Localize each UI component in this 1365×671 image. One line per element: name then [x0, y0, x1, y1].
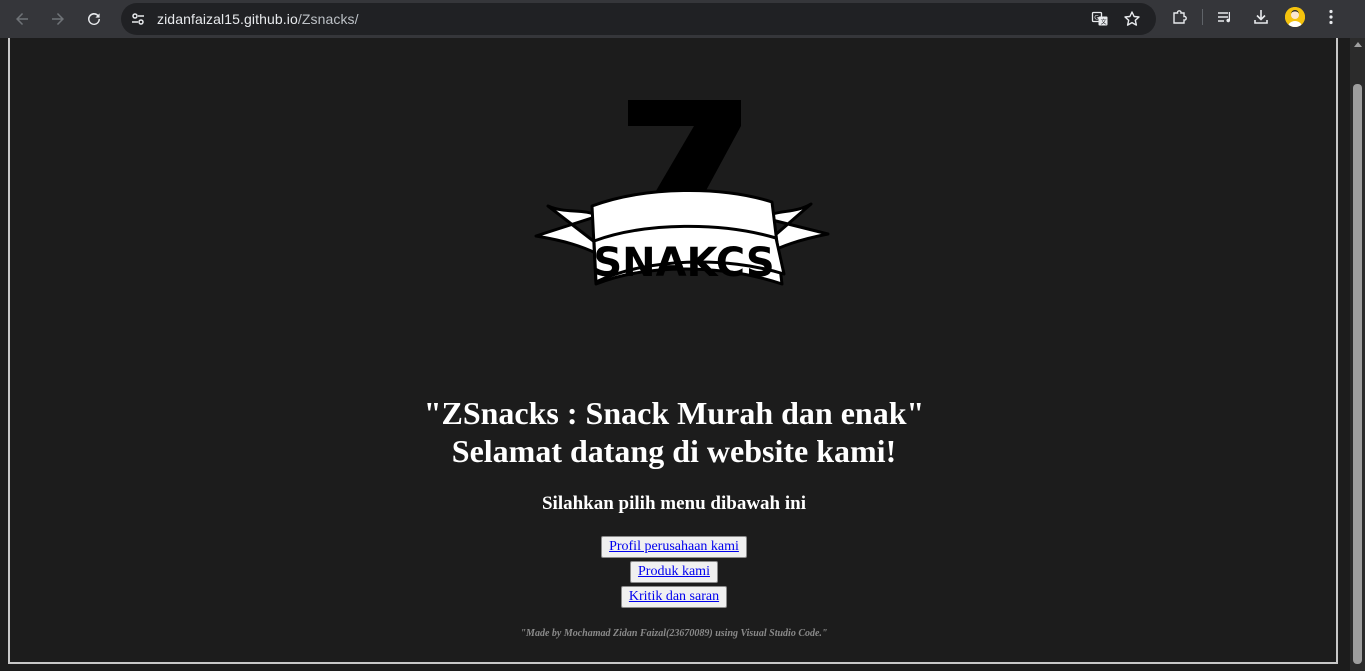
zsnacks-logo: SNAKCS [534, 100, 830, 286]
downloads-button[interactable] [1249, 5, 1273, 29]
download-icon [1254, 10, 1268, 24]
menu-button-profil[interactable]: Profil perusahaan kami [601, 536, 747, 558]
svg-text:G: G [1094, 15, 1099, 22]
extensions-button[interactable] [1168, 5, 1192, 29]
back-button[interactable] [8, 5, 36, 33]
translate-button[interactable]: G 文 [1088, 7, 1112, 31]
url-text[interactable]: zidanfaizal15.github.io/Zsnacks/ [157, 11, 359, 27]
avatar-icon [1285, 7, 1305, 27]
bookmark-button[interactable] [1120, 7, 1144, 31]
profile-avatar[interactable] [1285, 7, 1305, 27]
star-icon [1124, 11, 1140, 26]
tune-icon [132, 13, 144, 25]
forward-arrow-icon [52, 13, 64, 25]
back-arrow-icon [16, 13, 28, 25]
menu-list: Profil perusahaan kami Produk kami Kriti… [10, 536, 1338, 608]
site-info-button[interactable] [125, 6, 151, 32]
page-viewport: SNAKCS "ZSnacks : Snack Murah dan enak" … [0, 38, 1365, 671]
page-headline: "ZSnacks : Snack Murah dan enak" Selamat… [10, 394, 1338, 470]
scroll-up-icon[interactable] [1354, 42, 1362, 47]
vertical-scrollbar[interactable] [1350, 38, 1365, 671]
translate-icon: G 文 [1091, 11, 1108, 26]
reload-icon [88, 12, 100, 25]
scrollbar-thumb[interactable] [1353, 84, 1362, 664]
reload-button[interactable] [80, 5, 108, 33]
more-vert-icon [1329, 9, 1333, 25]
headline-line-1: "ZSnacks : Snack Murah dan enak" [423, 395, 925, 431]
menu-button-kritik[interactable]: Kritik dan saran [620, 586, 728, 608]
url-path: /Zsnacks/ [297, 11, 359, 27]
headline-line-2: Selamat datang di website kami! [451, 433, 897, 469]
logo-banner-text: SNAKCS [593, 240, 774, 286]
menu-button-produk[interactable]: Produk kami [630, 561, 718, 583]
url-host: zidanfaizal15.github.io [157, 11, 298, 27]
credit-footer: "Made by Mochamad Zidan Faizal(23670089)… [520, 628, 828, 639]
forward-button[interactable] [44, 5, 72, 33]
puzzle-icon [1173, 10, 1187, 24]
address-bar[interactable]: zidanfaizal15.github.io/Zsnacks/ G 文 [121, 3, 1156, 35]
svg-text:文: 文 [1101, 18, 1107, 26]
browser-toolbar: zidanfaizal15.github.io/Zsnacks/ G 文 [0, 0, 1365, 38]
toolbar-divider [1202, 9, 1203, 25]
menu-prompt: Silahkan pilih menu dibawah ini [541, 493, 806, 514]
chrome-menu-button[interactable] [1319, 5, 1343, 29]
media-controls-button[interactable] [1213, 5, 1237, 29]
playlist-icon [1218, 12, 1230, 23]
